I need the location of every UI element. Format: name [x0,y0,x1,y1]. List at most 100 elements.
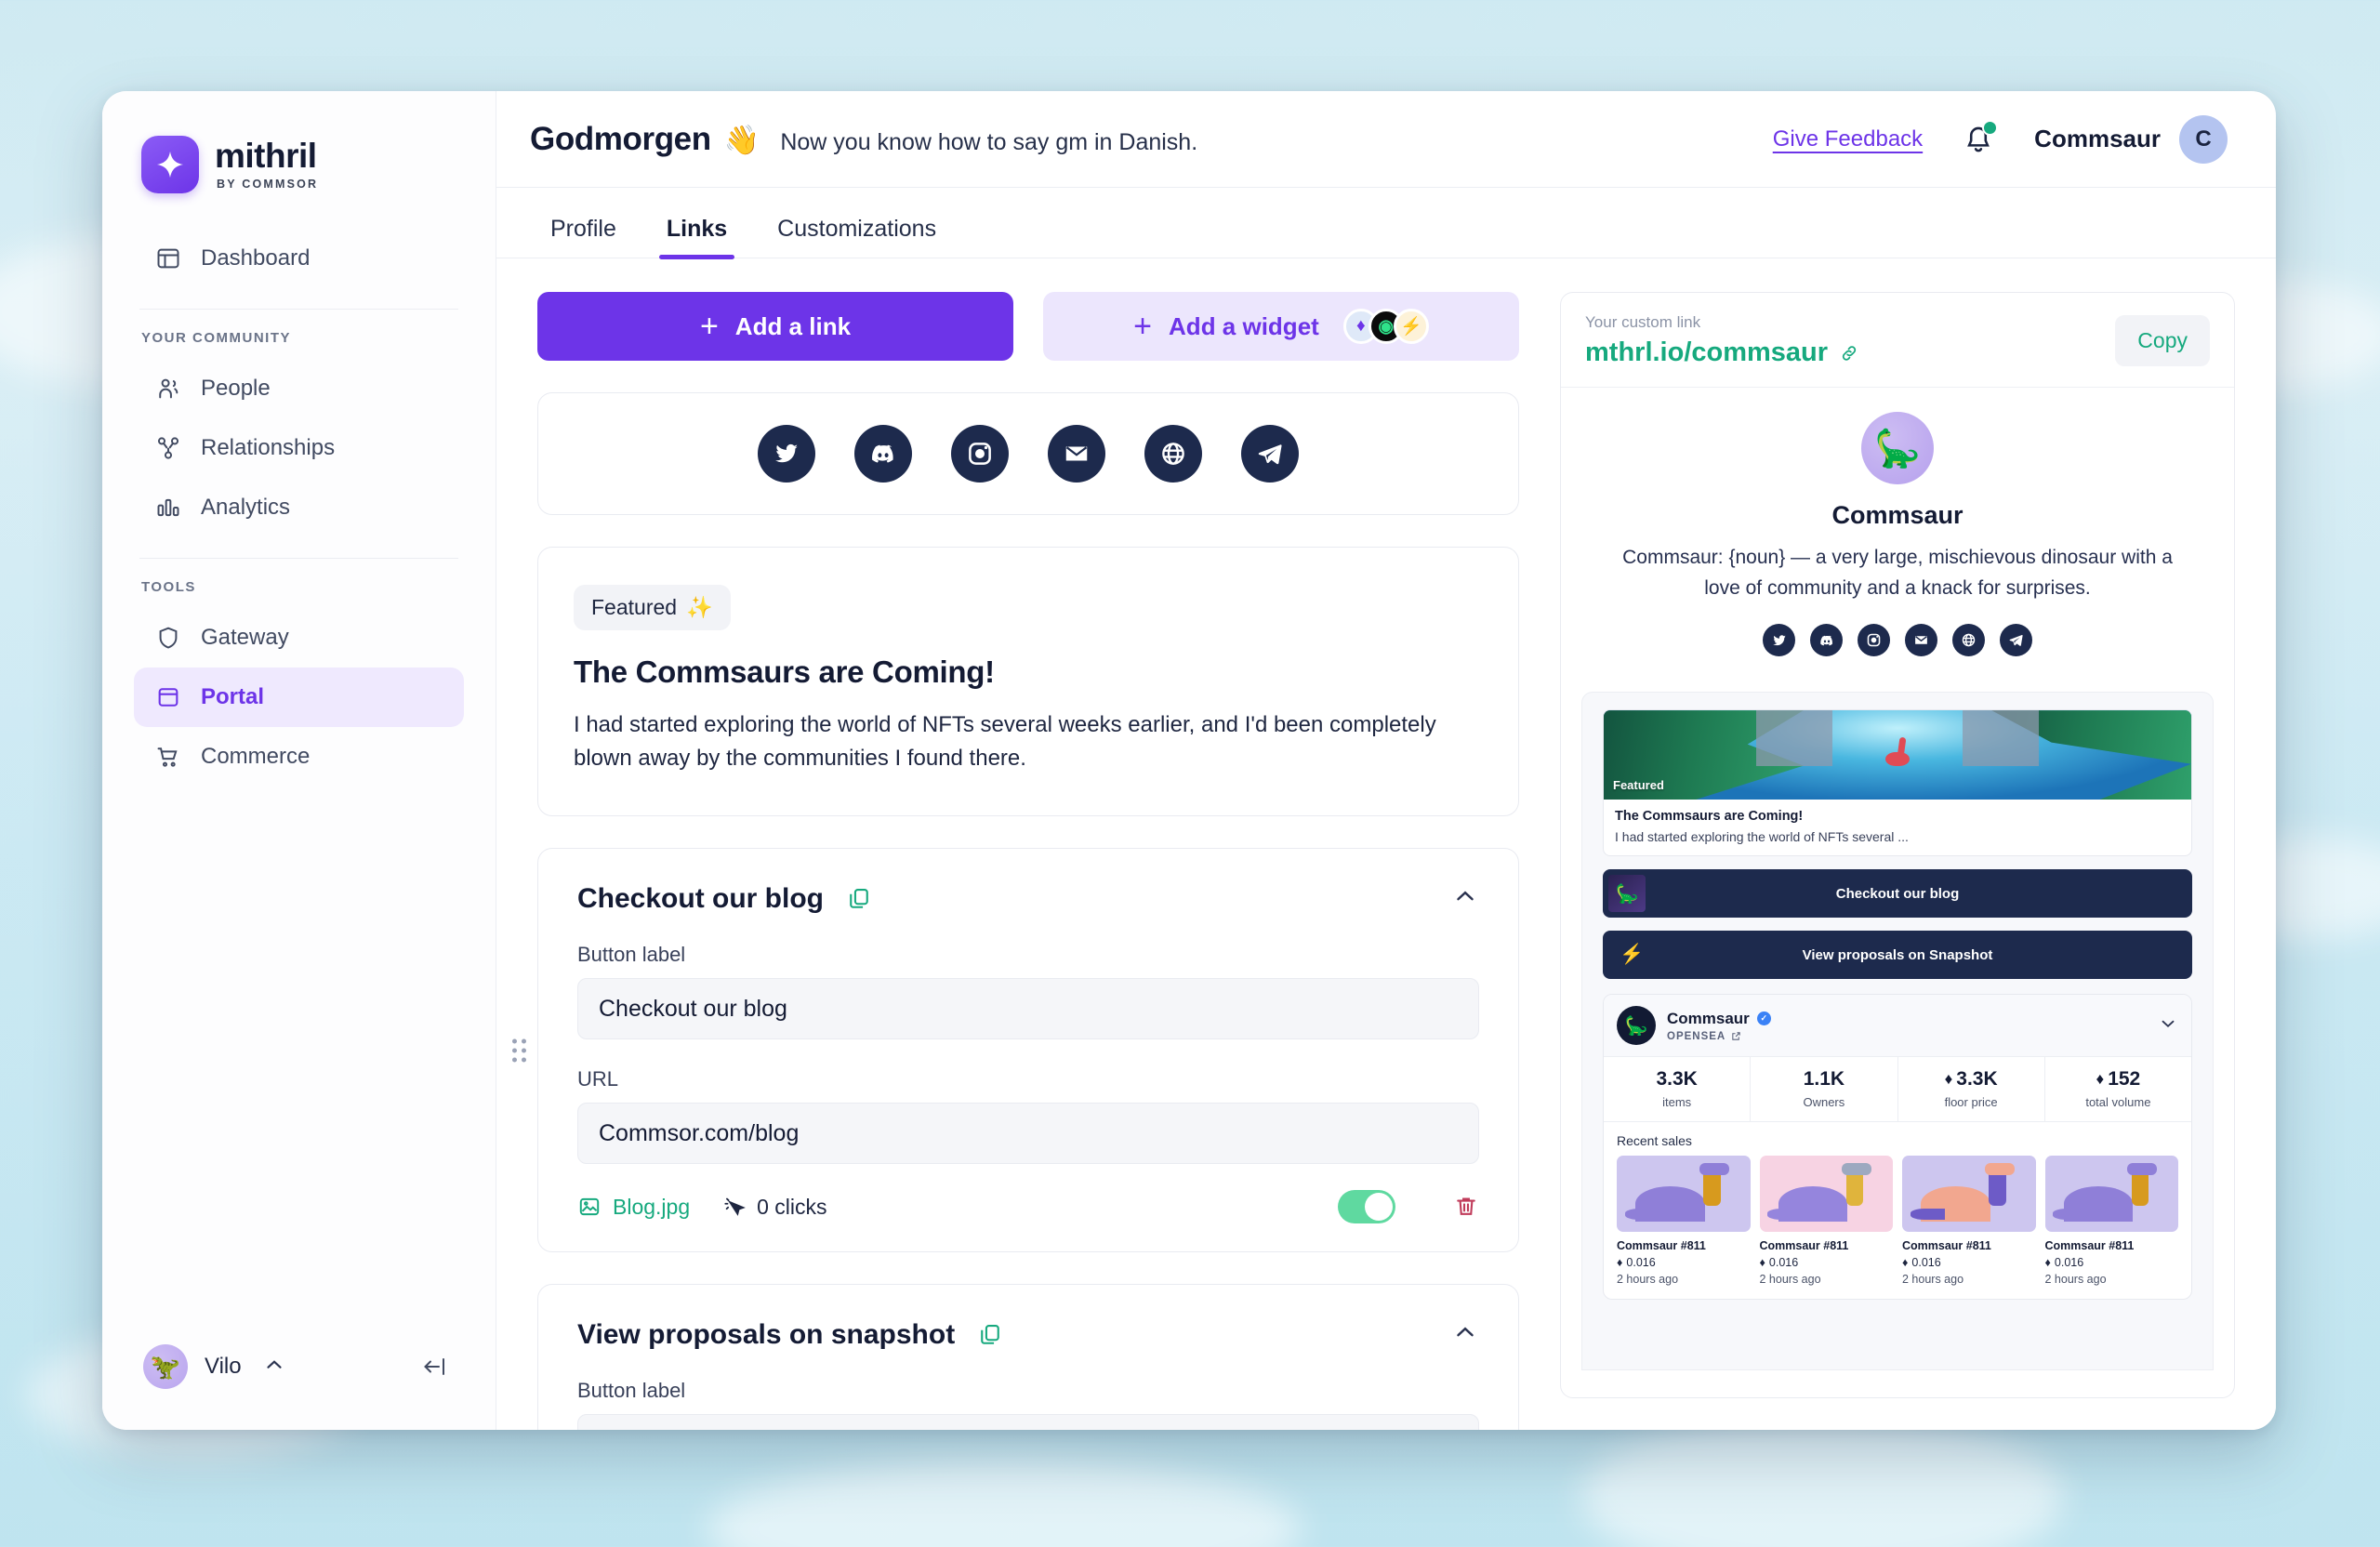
sidebar-item-commerce[interactable]: Commerce [134,727,464,787]
link-card: View proposals on snapshot Button label … [537,1284,1519,1430]
nft-thumbnail [2044,1156,2178,1233]
sidebar-item-analytics[interactable]: Analytics [134,478,464,537]
collapse-link-icon[interactable] [1451,1318,1479,1351]
nft-stat-label: items [1662,1095,1692,1110]
custom-link-url[interactable]: mthrl.io/commsaur [1585,337,1859,368]
social-links-card [537,392,1519,515]
chevron-down-icon[interactable] [2158,1013,2178,1038]
user-menu[interactable]: Commsaur C [2034,114,2228,164]
duplicate-icon[interactable] [846,886,872,912]
sparkles-emoji-icon: ✨ [686,595,713,619]
tab-links[interactable]: Links [646,216,747,259]
delete-link-button[interactable] [1453,1194,1479,1220]
button-label-field-label: Button label [577,1379,686,1403]
nft-thumbnail [1617,1156,1751,1233]
nft-stat: ♦ 3.3K floor price [1898,1057,2045,1122]
telegram-icon[interactable] [2000,624,2032,657]
preview-profile-bio: Commsaur: {noun} — a very large, mischie… [1622,547,2173,599]
duplicate-icon[interactable] [977,1322,1003,1348]
nft-sale-item[interactable]: Commsaur #811 ♦ 0.016 2 hours ago [1617,1156,1751,1286]
sidebar: mithril BY COMMSOR Dashboard YOUR COMMUN… [102,91,496,1430]
twitter-icon[interactable] [1763,624,1795,657]
portal-icon [154,683,182,711]
sidebar-item-label: People [201,376,271,401]
mithril-sparkle-icon [141,136,199,193]
collection-source-label: OPENSEA [1667,1030,1726,1042]
give-feedback-link[interactable]: Give Feedback [1773,126,1923,152]
button-label-input[interactable] [577,978,1479,1040]
nft-price: 0.016 [2054,1256,2084,1270]
attached-image-chip[interactable]: Blog.jpg [577,1195,690,1220]
chevron-up-icon[interactable] [262,1353,286,1382]
preview-phone-frame: Featured The Commsaurs are Coming! I had… [1581,692,2214,1371]
topbar-actions: Give Feedback Commsaur C [1773,114,2228,164]
tab-customizations[interactable]: Customizations [757,216,957,258]
instagram-icon[interactable] [951,425,1009,483]
brand-name: mithril [215,137,317,176]
sidebar-item-label: Relationships [201,435,336,460]
link-card: Checkout our blog Button label URL [512,848,1519,1253]
featured-tile-title: The Commsaurs are Coming! [1615,809,1804,825]
copy-link-button[interactable]: Copy [2115,315,2210,366]
twitter-icon[interactable] [758,425,815,483]
avatar: C [2179,114,2228,164]
discord-icon[interactable] [1810,624,1843,657]
email-icon[interactable] [1048,425,1105,483]
preview-profile-name: Commsaur [1831,501,1964,529]
collection-name-row: Commsaur ✓ [1667,1010,1771,1028]
click-count-label: 0 clicks [757,1194,827,1219]
avatar[interactable]: 🦖 [143,1344,188,1389]
link-card-header: Checkout our blog [577,882,1479,915]
sidebar-item-label: Commerce [201,744,311,769]
collapse-link-icon[interactable] [1451,882,1479,915]
avatar-emoji: 🦖 [150,1352,181,1381]
add-link-button[interactable]: + Add a link [537,292,1013,361]
sidebar-divider [139,309,458,310]
nft-stat-value: 152 [2108,1068,2141,1091]
nft-sale-item[interactable]: Commsaur #811 ♦ 0.016 2 hours ago [2044,1156,2178,1286]
rock-left [1756,710,1833,766]
external-link-icon [1732,1032,1740,1040]
editor-actions: + Add a link + Add a widget ♦ ◉ ⚡ [537,292,1519,361]
preview-link-button-snapshot[interactable]: ⚡ View proposals on Snapshot [1603,931,2192,980]
nft-sale-item[interactable]: Commsaur #811 ♦ 0.016 2 hours ago [1759,1156,1893,1286]
email-icon[interactable] [1905,624,1937,657]
sidebar-item-people[interactable]: People [134,359,464,418]
discord-icon[interactable] [854,425,912,483]
collection-avatar: 🦕 [1617,1006,1656,1046]
preview-link-button-blog[interactable]: 🦕 Checkout our blog [1603,869,2192,919]
sidebar-item-portal[interactable]: Portal [134,668,464,727]
nft-sale-item[interactable]: Commsaur #811 ♦ 0.016 2 hours ago [1902,1156,2036,1286]
globe-icon[interactable] [1144,425,1202,483]
url-input[interactable] [577,1103,1479,1165]
button-label-input[interactable] [577,1414,1479,1430]
sidebar-item-dashboard[interactable]: Dashboard [134,229,464,288]
sidebar-item-gateway[interactable]: Gateway [134,608,464,668]
sidebar-item-relationships[interactable]: Relationships [134,418,464,478]
nft-price: 0.016 [1768,1256,1799,1270]
ethereum-icon: ♦ [1902,1256,1909,1270]
sidebar-item-label: Gateway [201,625,289,650]
tab-profile[interactable]: Profile [530,216,637,258]
brand-logo[interactable]: mithril BY COMMSOR [134,91,464,197]
greeting-block: Godmorgen 👋 Now you know how to say gm i… [530,121,1197,158]
link-thumbnail: 🦕 [1608,875,1646,913]
collapse-sidebar-button[interactable] [419,1353,451,1381]
drag-handle[interactable] [512,1038,526,1063]
custom-link-url-text: mthrl.io/commsaur [1585,337,1829,367]
nft-stat-label: Owners [1803,1095,1845,1110]
preview-link-button-label: View proposals on Snapshot [1802,946,1993,963]
add-widget-button[interactable]: + Add a widget ♦ ◉ ⚡ [1043,292,1519,361]
custom-link-bar: Your custom link mthrl.io/commsaur Copy [1561,293,2234,388]
preview-featured-tile[interactable]: Featured The Commsaurs are Coming! I had… [1603,709,2192,857]
globe-icon[interactable] [1952,624,1985,657]
notifications-button[interactable] [1960,119,1999,158]
telegram-icon[interactable] [1241,425,1299,483]
verified-badge-icon: ✓ [1756,1012,1771,1026]
instagram-icon[interactable] [1858,624,1890,657]
ethereum-icon: ♦ [2096,1070,2105,1089]
recent-sales-grid: Commsaur #811 ♦ 0.016 2 hours ago Commsau… [1604,1156,2191,1299]
plus-icon: + [699,309,719,344]
collection-source[interactable]: OPENSEA [1667,1031,1771,1042]
link-enabled-toggle[interactable] [1338,1190,1395,1224]
